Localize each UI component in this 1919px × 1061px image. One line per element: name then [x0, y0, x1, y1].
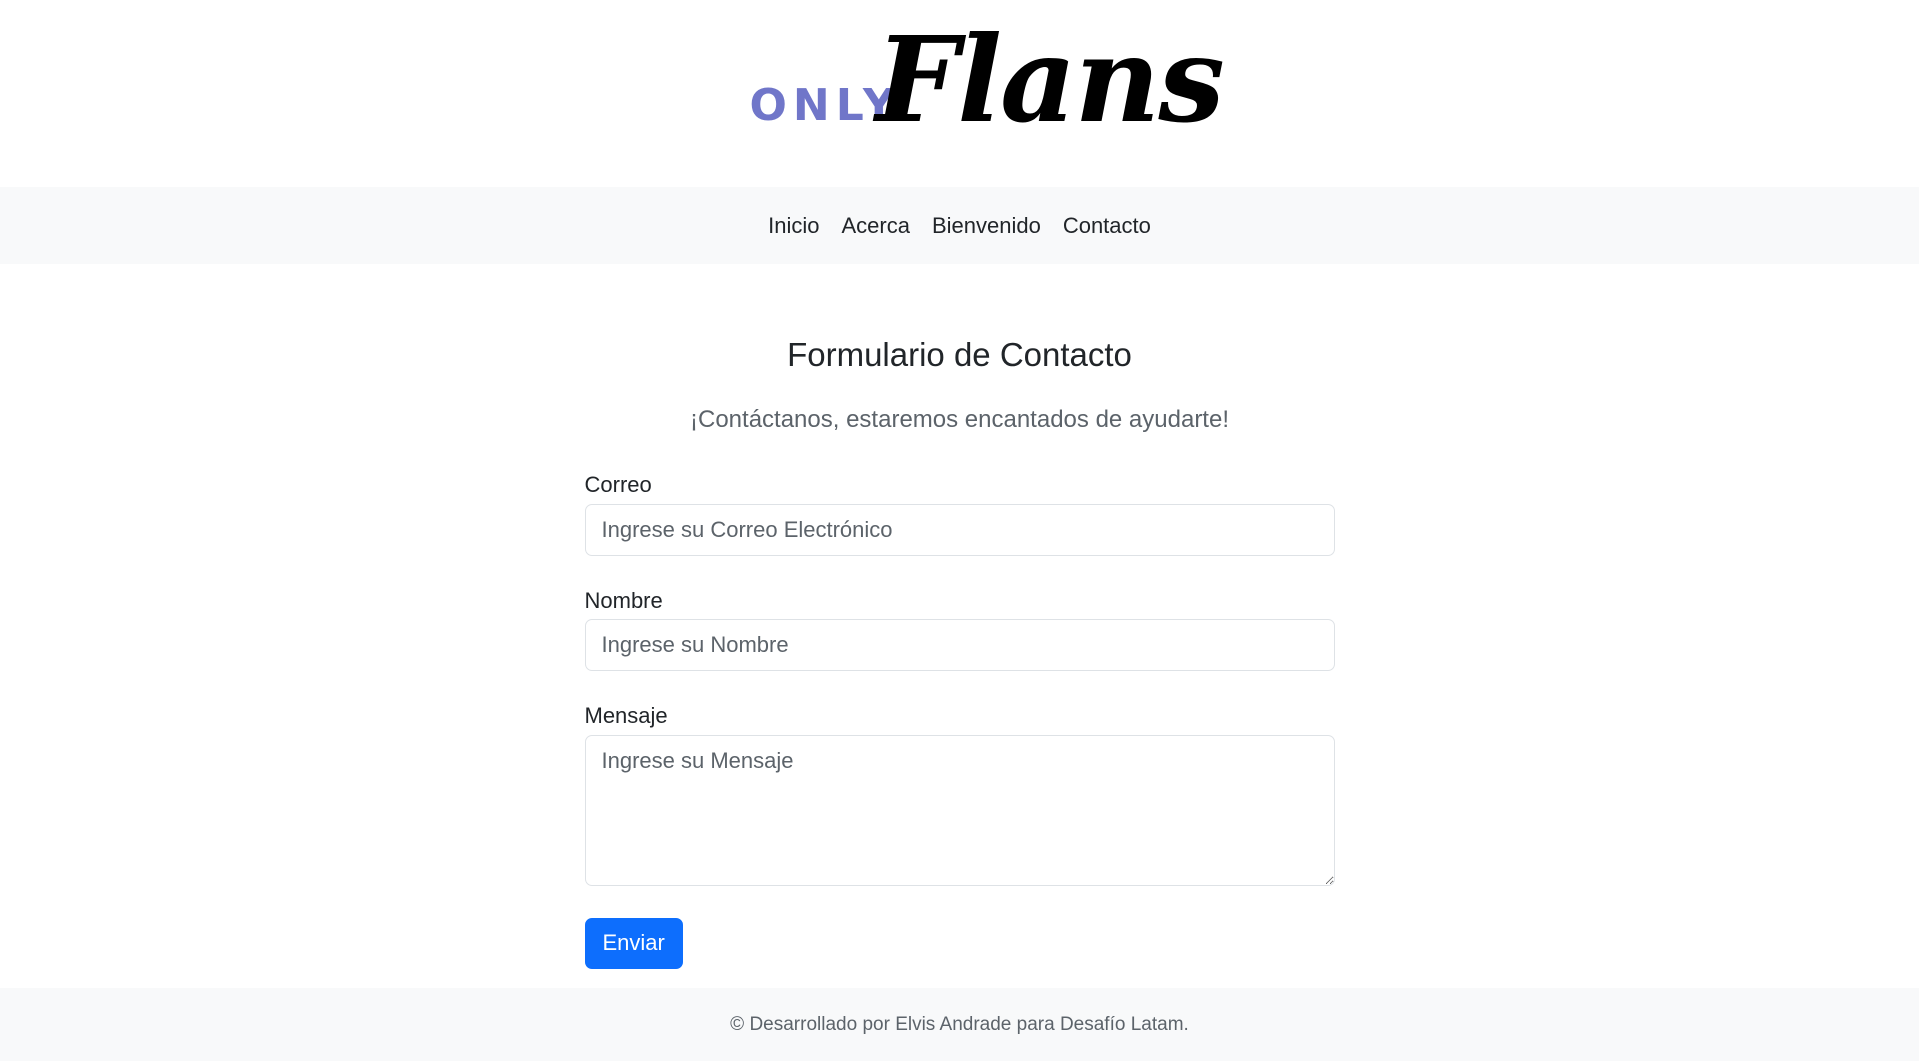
logo-script: Flans [875, 9, 1225, 149]
main-navbar: Inicio Acerca Bienvenido Contacto [0, 187, 1919, 264]
email-field[interactable] [584, 503, 1335, 556]
message-group: Mensaje [584, 703, 1335, 886]
submit-button[interactable]: Enviar [584, 917, 683, 969]
contact-form-section: Formulario de Contacto ¡Contáctanos, est… [584, 264, 1335, 987]
email-label: Correo [584, 472, 652, 498]
nav-link-inicio[interactable]: Inicio [757, 205, 830, 247]
site-header: ONLY Flans [0, 0, 1919, 187]
site-footer: © Desarrollado por Elvis Andrade para De… [0, 988, 1919, 1061]
nav-item-inicio: Inicio [757, 205, 830, 247]
message-label: Mensaje [584, 703, 668, 729]
nav-item-contacto: Contacto [1052, 205, 1162, 247]
nav-list: Inicio Acerca Bienvenido Contacto [757, 205, 1162, 247]
contact-form: Correo Nombre Mensaje Enviar [584, 472, 1335, 969]
email-group: Correo [584, 472, 1335, 556]
nav-item-bienvenido: Bienvenido [921, 205, 1052, 247]
name-group: Nombre [584, 587, 1335, 672]
site-logo[interactable]: ONLY Flans [750, 20, 1225, 159]
name-label: Nombre [584, 587, 663, 613]
footer-text: © Desarrollado por Elvis Andrade para De… [730, 1013, 1189, 1035]
form-title: Formulario de Contacto [787, 336, 1132, 373]
message-field[interactable] [584, 734, 1335, 886]
nav-item-acerca: Acerca [830, 205, 920, 247]
nav-link-bienvenido[interactable]: Bienvenido [921, 205, 1052, 247]
nav-link-contacto[interactable]: Contacto [1052, 205, 1162, 247]
nav-link-acerca[interactable]: Acerca [830, 205, 920, 247]
form-subtitle: ¡Contáctanos, estaremos encantados de ay… [690, 405, 1229, 433]
name-field[interactable] [584, 619, 1335, 672]
